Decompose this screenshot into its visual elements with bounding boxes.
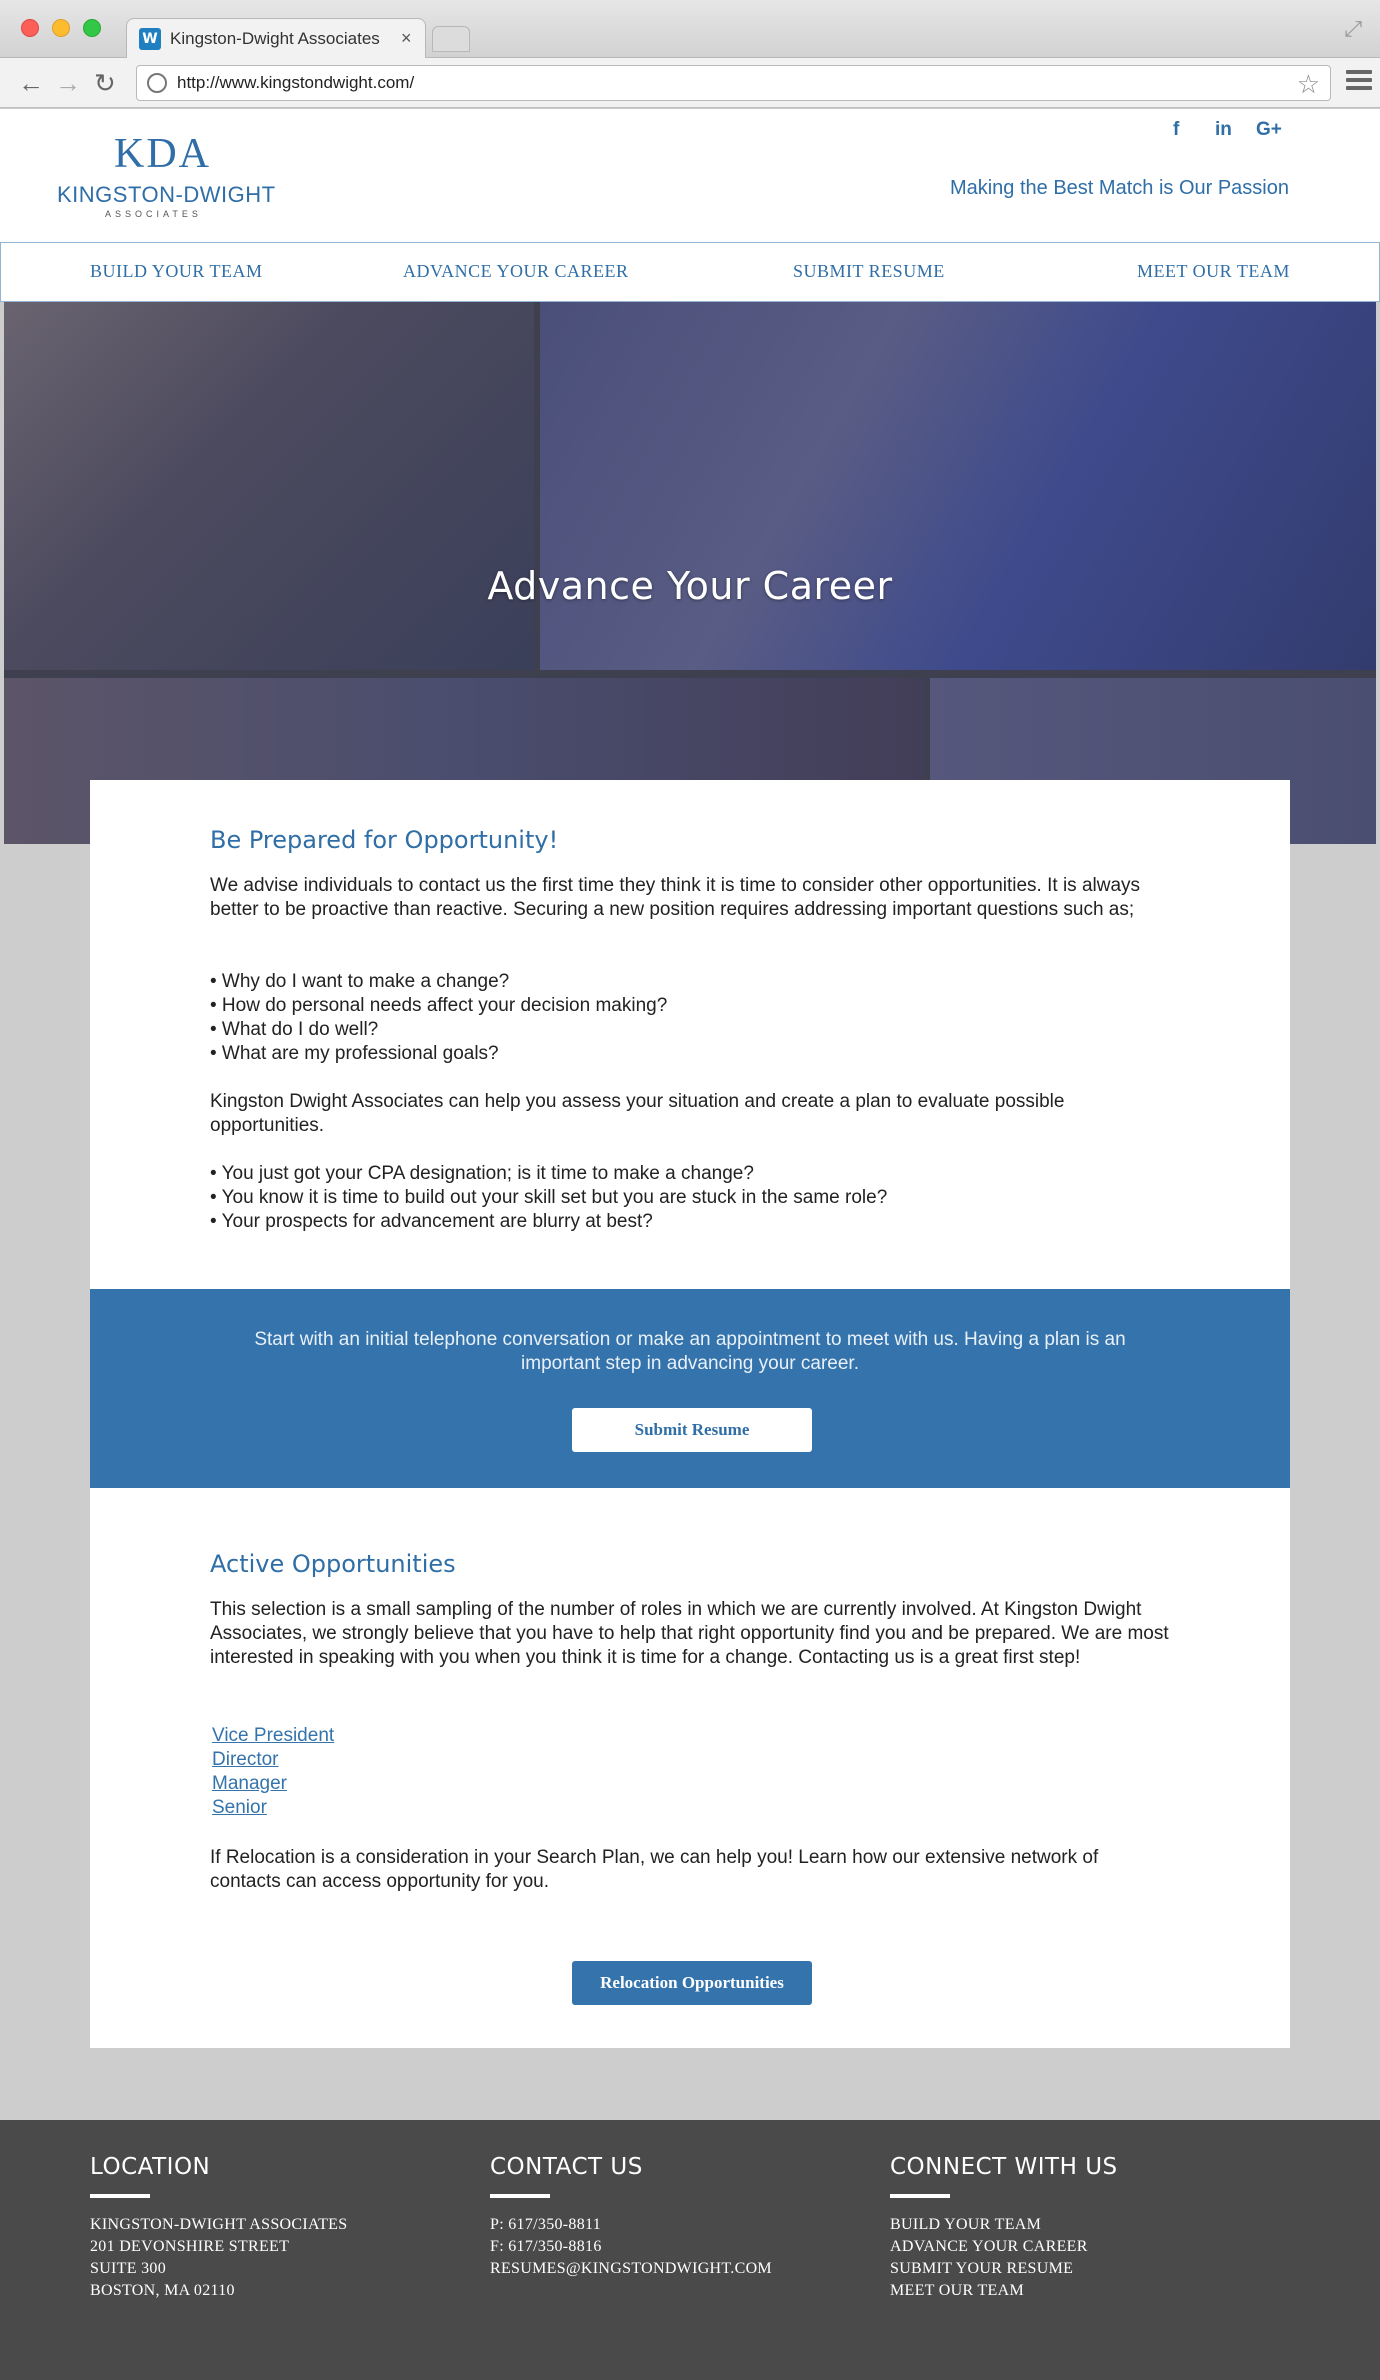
cta-band: Start with an initial telephone conversa…: [90, 1289, 1290, 1488]
scenarios-list: • You just got your CPA designation; is …: [210, 1162, 1170, 1234]
opportunities-intro: This selection is a small sampling of th…: [210, 1599, 1169, 1668]
hero-photo-meeting: [540, 302, 1376, 670]
tab-close-icon[interactable]: ×: [401, 28, 412, 49]
footer-contact-title: CONTACT US: [490, 2154, 643, 2180]
footer-line: SUITE 300: [90, 2260, 167, 2277]
prepared-help: Kingston Dwight Associates can help you …: [210, 1091, 1065, 1136]
footer-location: LOCATION KINGSTON-DWIGHT ASSOCIATES 201 …: [90, 2154, 450, 2302]
nav-submit-resume[interactable]: SUBMIT RESUME: [793, 261, 945, 282]
reload-icon[interactable]: ↻: [94, 68, 116, 98]
footer-connect-title: CONNECT WITH US: [890, 2154, 1118, 2180]
link-vice-president[interactable]: Vice President: [212, 1724, 1172, 1748]
link-senior[interactable]: Senior: [212, 1796, 1172, 1820]
address-bar[interactable]: http://www.kingstondwight.com/ ☆: [136, 65, 1331, 101]
footer-fax: F: 617/350-8816: [490, 2238, 602, 2255]
globe-icon: [147, 73, 167, 93]
cta-text: Start with an initial telephone conversa…: [254, 1329, 1126, 1374]
prepared-intro: We advise individuals to contact us the …: [210, 875, 1141, 920]
opportunity-links: Vice President Director Manager Senior: [212, 1724, 1172, 1820]
footer-link-advance-your-career[interactable]: ADVANCE YOUR CAREER: [890, 2236, 1250, 2258]
browser-tab-bar: W Kingston-Dwight Associates × ⤢: [0, 0, 1380, 58]
browser-toolbar: ← → ↻ http://www.kingstondwight.com/ ☆: [0, 58, 1380, 108]
footer-line: 201 DEVONSHIRE STREET: [90, 2238, 290, 2255]
questions-list: • Why do I want to make a change? • How …: [210, 970, 1170, 1066]
hero-banner: Advance Your Career: [4, 302, 1376, 844]
footer-divider: [890, 2194, 950, 2198]
logo-mark: KDA: [114, 131, 211, 177]
logo-subtitle: ASSOCIATES: [105, 209, 202, 219]
opportunities-section: Active Opportunities This selection is a…: [90, 1488, 1290, 2048]
browser-tab[interactable]: W Kingston-Dwight Associates ×: [126, 18, 426, 58]
back-arrow-icon[interactable]: ←: [18, 68, 44, 98]
submit-resume-button[interactable]: Submit Resume: [572, 1408, 812, 1452]
footer-link-submit-your-resume[interactable]: SUBMIT YOUR RESUME: [890, 2258, 1250, 2280]
footer-link-meet-our-team[interactable]: MEET OUR TEAM: [890, 2280, 1250, 2302]
main-nav: BUILD YOUR TEAM ADVANCE YOUR CAREER SUBM…: [0, 242, 1380, 302]
browser-menu-icon[interactable]: [1346, 70, 1372, 94]
footer-divider: [90, 2194, 150, 2198]
zoom-window-button[interactable]: [83, 19, 101, 37]
relocation-opportunities-button[interactable]: Relocation Opportunities: [572, 1961, 812, 2005]
list-item: • You just got your CPA designation; is …: [210, 1163, 754, 1184]
nav-advance-your-career[interactable]: ADVANCE YOUR CAREER: [403, 261, 629, 282]
new-tab-button[interactable]: [432, 26, 470, 52]
hero-title: Advance Your Career: [487, 564, 893, 608]
list-item: • What are my professional goals?: [210, 1043, 499, 1064]
footer-connect: CONNECT WITH US BUILD YOUR TEAM ADVANCE …: [890, 2154, 1250, 2302]
logo-name: KINGSTON-DWIGHT: [57, 182, 276, 207]
url-text[interactable]: http://www.kingstondwight.com/: [177, 73, 414, 93]
footer-contact: CONTACT US P: 617/350-8811 F: 617/350-88…: [490, 2154, 850, 2280]
favicon-icon: W: [139, 27, 161, 50]
site-footer: LOCATION KINGSTON-DWIGHT ASSOCIATES 201 …: [0, 2120, 1380, 2380]
footer-email-link[interactable]: RESUMES@KINGSTONDWIGHT.COM: [490, 2258, 850, 2280]
relocation-text: If Relocation is a consideration in your…: [210, 1847, 1099, 1892]
list-item: • Why do I want to make a change?: [210, 971, 510, 992]
prepared-section: Be Prepared for Opportunity! We advise i…: [90, 780, 1290, 1289]
hero-photo-interview: [4, 302, 534, 670]
linkedin-icon[interactable]: in: [1215, 119, 1232, 141]
facebook-icon[interactable]: f: [1173, 119, 1179, 141]
minimize-window-button[interactable]: [52, 19, 70, 37]
site-logo[interactable]: KDA KINGSTON-DWIGHT ASSOCIATES: [57, 130, 275, 220]
link-manager[interactable]: Manager: [212, 1772, 1172, 1796]
list-item: • Your prospects for advancement are blu…: [210, 1211, 653, 1232]
fullscreen-icon[interactable]: ⤢: [1344, 16, 1362, 42]
footer-line: KINGSTON-DWIGHT ASSOCIATES: [90, 2216, 348, 2233]
footer-location-title: LOCATION: [90, 2154, 211, 2180]
footer-link-build-your-team[interactable]: BUILD YOUR TEAM: [890, 2214, 1250, 2236]
opportunities-title: Active Opportunities: [210, 1550, 456, 1578]
nav-build-your-team[interactable]: BUILD YOUR TEAM: [90, 261, 263, 282]
footer-line: BOSTON, MA 02110: [90, 2282, 235, 2299]
close-window-button[interactable]: [21, 19, 39, 37]
nav-meet-our-team[interactable]: MEET OUR TEAM: [1137, 261, 1290, 282]
bookmark-star-icon[interactable]: ☆: [1297, 69, 1320, 100]
tab-title: Kingston-Dwight Associates: [170, 28, 380, 48]
footer-divider: [490, 2194, 550, 2198]
list-item: • How do personal needs affect your deci…: [210, 995, 668, 1016]
link-director[interactable]: Director: [212, 1748, 1172, 1772]
googleplus-icon[interactable]: G+: [1256, 119, 1282, 141]
site-header: KDA KINGSTON-DWIGHT ASSOCIATES f in G+ M…: [0, 109, 1380, 242]
footer-phone: P: 617/350-8811: [490, 2216, 602, 2233]
list-item: • You know it is time to build out your …: [210, 1187, 888, 1208]
forward-arrow-icon[interactable]: →: [55, 68, 81, 98]
prepared-title: Be Prepared for Opportunity!: [210, 826, 559, 854]
site-tagline: Making the Best Match is Our Passion: [949, 177, 1289, 199]
list-item: • What do I do well?: [210, 1019, 379, 1040]
